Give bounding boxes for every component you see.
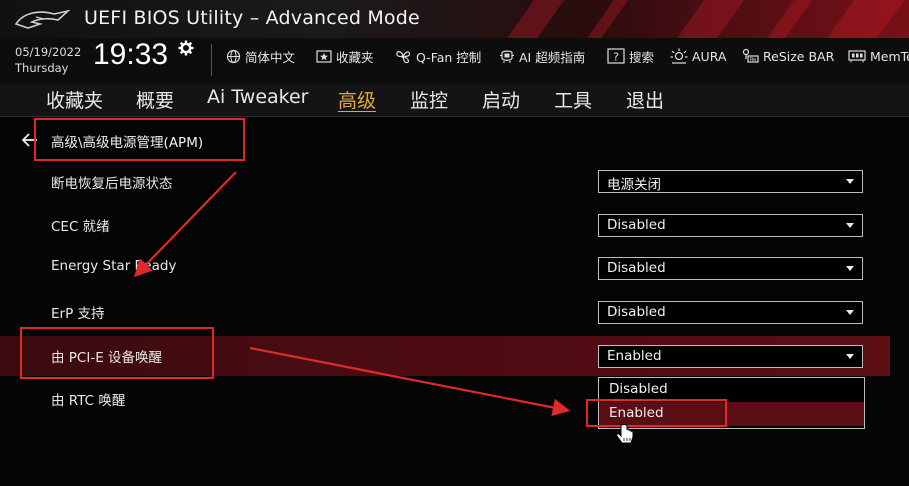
- search-label: 搜索: [629, 49, 655, 65]
- language-label: 简体中文: [245, 49, 296, 65]
- aura-icon: [670, 48, 688, 64]
- weekday-display: Thursday: [15, 61, 69, 75]
- language-button[interactable]: 简体中文: [226, 47, 295, 65]
- svg-text:Re: Re: [750, 57, 756, 63]
- memtest-icon: [848, 50, 866, 63]
- dropdown-value: 电源关闭: [607, 177, 661, 193]
- favorites-label: 收藏夹: [336, 49, 374, 65]
- setting-label: 由 RTC 唤醒: [51, 393, 126, 409]
- menu-advanced[interactable]: 高级: [338, 86, 376, 113]
- ai-oc-label: AI 超频指南: [519, 49, 586, 65]
- menu-monitor[interactable]: 监控: [410, 86, 448, 113]
- date-display: 05/19/2022: [15, 45, 82, 59]
- resize-bar-button[interactable]: Re ReSize BAR: [741, 47, 834, 65]
- caret-down-icon: [846, 223, 854, 228]
- restore-ac-dropdown[interactable]: 电源关闭: [598, 170, 863, 193]
- cec-dropdown[interactable]: Disabled: [598, 214, 863, 237]
- memtest-button[interactable]: MemTest: [848, 47, 909, 65]
- info-bar: 05/19/2022 Thursday 19:33 简体中文 收藏夹 Q-Fan…: [0, 38, 909, 84]
- dropdown-value: Disabled: [607, 304, 666, 320]
- option-label: Disabled: [609, 381, 668, 397]
- ai-oc-icon: [500, 50, 514, 63]
- caret-down-icon: [846, 310, 854, 315]
- annotation-box-breadcrumb: [34, 118, 245, 161]
- caret-down-icon: [846, 266, 854, 271]
- annotation-box-enabled-option: [586, 399, 727, 427]
- fan-icon: [396, 50, 411, 63]
- dropdown-value: Disabled: [607, 217, 666, 233]
- menu-favorites[interactable]: 收藏夹: [46, 86, 103, 113]
- setting-label: Energy Star Ready: [51, 258, 177, 274]
- dropdown-value: Disabled: [607, 260, 666, 276]
- pcie-wake-dropdown[interactable]: Enabled: [598, 345, 863, 368]
- energy-star-dropdown[interactable]: Disabled: [598, 257, 863, 280]
- setting-label: CEC 就绪: [51, 219, 110, 235]
- help-icon: ?: [607, 48, 625, 64]
- menu-ai-tweaker[interactable]: Ai Tweaker: [207, 86, 308, 108]
- rog-logo: [14, 9, 70, 29]
- menu-exit[interactable]: 退出: [626, 86, 664, 113]
- app-title: UEFI BIOS Utility – Advanced Mode: [84, 7, 420, 29]
- dropdown-value: Enabled: [607, 348, 662, 364]
- qfan-label: Q-Fan 控制: [416, 49, 482, 65]
- setting-label: ErP 支持: [51, 306, 105, 322]
- menu-tool[interactable]: 工具: [554, 86, 592, 113]
- svg-text:?: ?: [613, 51, 619, 64]
- resize-bar-icon: Re: [742, 48, 759, 63]
- erp-dropdown[interactable]: Disabled: [598, 301, 863, 324]
- search-button[interactable]: ? 搜索: [607, 47, 654, 65]
- main-menu: 收藏夹 概要 Ai Tweaker 高级 监控 启动 工具 退出: [0, 84, 909, 117]
- annotation-box-pcie-label: [20, 327, 214, 379]
- favorites-button[interactable]: 收藏夹: [316, 47, 374, 65]
- aura-label: AURA: [692, 48, 727, 64]
- aura-button[interactable]: AURA: [670, 47, 726, 65]
- gear-icon[interactable]: [178, 40, 194, 56]
- qfan-button[interactable]: Q-Fan 控制: [394, 47, 481, 65]
- caret-down-icon: [846, 179, 854, 184]
- setting-label: 断电恢复后电源状态: [51, 176, 173, 192]
- toolbar-divider: [211, 44, 212, 76]
- memtest-label: MemTest: [870, 48, 909, 64]
- favorites-icon: [316, 50, 332, 63]
- globe-icon: [226, 49, 241, 63]
- clock-display: 19:33: [93, 38, 169, 71]
- menu-main[interactable]: 概要: [136, 86, 174, 113]
- title-bar: UEFI BIOS Utility – Advanced Mode: [0, 0, 909, 38]
- menu-boot[interactable]: 启动: [482, 86, 520, 113]
- caret-down-icon: [846, 354, 854, 359]
- ai-oc-guide-button[interactable]: AI 超频指南: [499, 47, 585, 65]
- resize-bar-label: ReSize BAR: [763, 48, 835, 64]
